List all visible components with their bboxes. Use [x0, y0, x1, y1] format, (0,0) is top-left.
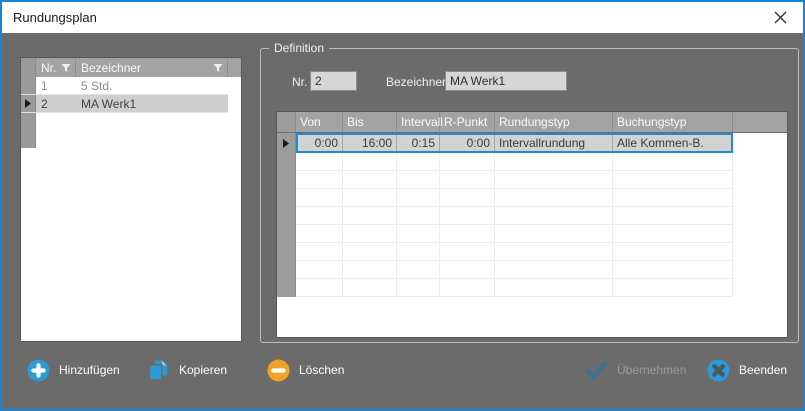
cell-intervall: 0:15 [397, 133, 440, 153]
add-button[interactable]: Hinzufügen [27, 358, 120, 382]
row-selector[interactable] [21, 95, 36, 112]
close-icon [774, 11, 787, 24]
column-header-bezeichner[interactable]: Bezeichner [76, 58, 228, 77]
row-selector [277, 207, 296, 225]
minus-circle-icon [267, 359, 290, 382]
rounding-rules-grid: Von Bis Intervall R-Punkt Rundungstyp Bu… [276, 111, 788, 338]
plan-row[interactable]: 1 5 Std. [21, 77, 228, 95]
row-selector [277, 153, 296, 171]
definition-groupbox: Definition Nr. Bezeichner Von Bis Interv… [260, 41, 799, 343]
window-title: Rundungsplan [13, 10, 97, 25]
copy-button[interactable]: Kopieren [147, 358, 227, 382]
row-selector-header[interactable] [21, 58, 36, 77]
groupbox-label: Definition [269, 41, 330, 55]
grid-empty-row [277, 225, 787, 243]
grid-empty-rows [277, 153, 787, 297]
cell-von: 0:00 [296, 133, 343, 153]
cell-r-punkt: 0:00 [440, 133, 495, 153]
title-bar: Rundungsplan [2, 2, 803, 33]
column-header-nr[interactable]: Nr. [36, 58, 76, 77]
column-header-r-punkt[interactable]: R-Punkt [440, 112, 495, 132]
row-selector [277, 171, 296, 189]
plan-list-table: Nr. Bezeichner 1 5 Std. 2 MA Werk1 [20, 57, 242, 342]
close-circle-icon [707, 359, 730, 382]
column-header-intervall[interactable]: Intervall [397, 112, 443, 132]
grid-empty-row [277, 171, 787, 189]
current-row-arrow-icon [283, 138, 289, 148]
copy-icon [147, 359, 170, 382]
bezeichner-field[interactable] [445, 71, 567, 91]
filter-icon[interactable] [61, 63, 71, 73]
rundungsplan-dialog: Rundungsplan Nr. Bezeichner 1 5 Std. 2 M… [0, 0, 805, 411]
row-filler [733, 133, 787, 153]
plan-list-header: Nr. Bezeichner [21, 58, 241, 77]
grid-empty-row [277, 153, 787, 171]
column-header-bis[interactable]: Bis [343, 112, 397, 132]
plus-circle-icon [27, 359, 50, 382]
grid-empty-row [277, 189, 787, 207]
row-selector-header[interactable] [277, 112, 296, 132]
exit-button[interactable]: Beenden [707, 358, 787, 382]
header-filler [733, 112, 787, 132]
nr-label: Nr. [292, 75, 308, 89]
bezeichner-label: Bezeichner [386, 75, 447, 89]
grid-row-selected[interactable]: 0:00 16:00 0:15 0:00 Intervallrundung Al… [277, 133, 787, 153]
row-selector [277, 261, 296, 279]
row-selector [277, 189, 296, 207]
row-selector[interactable] [277, 133, 296, 153]
row-selector[interactable] [21, 77, 36, 94]
filter-icon[interactable] [213, 63, 223, 73]
delete-button[interactable]: Löschen [267, 358, 344, 382]
plan-row-selected[interactable]: 2 MA Werk1 [21, 95, 228, 113]
cell-rundungstyp: Intervallrundung [495, 133, 613, 153]
check-icon [585, 359, 608, 382]
row-selector [277, 243, 296, 261]
header-filler [228, 58, 241, 77]
cell-bis: 16:00 [343, 133, 397, 153]
column-header-von[interactable]: Von [296, 112, 343, 132]
column-header-buchungstyp[interactable]: Buchungstyp [613, 112, 733, 132]
apply-button[interactable]: Übernehmen [585, 358, 686, 382]
current-row-arrow-icon [25, 99, 31, 108]
dialog-client-area: Nr. Bezeichner 1 5 Std. 2 MA Werk1 Defin… [4, 35, 801, 407]
grid-header: Von Bis Intervall R-Punkt Rundungstyp Bu… [277, 112, 787, 133]
column-header-rundungstyp[interactable]: Rundungstyp [495, 112, 613, 132]
grid-empty-row [277, 243, 787, 261]
cell-buchungstyp: Alle Kommen-B. [613, 133, 733, 153]
row-selector-strip [21, 113, 36, 148]
grid-empty-row [277, 261, 787, 279]
grid-empty-row [277, 207, 787, 225]
grid-empty-row [277, 279, 787, 297]
nr-field[interactable] [310, 71, 357, 91]
row-selector [277, 225, 296, 243]
window-close-button[interactable] [758, 2, 803, 33]
row-selector [277, 279, 296, 297]
